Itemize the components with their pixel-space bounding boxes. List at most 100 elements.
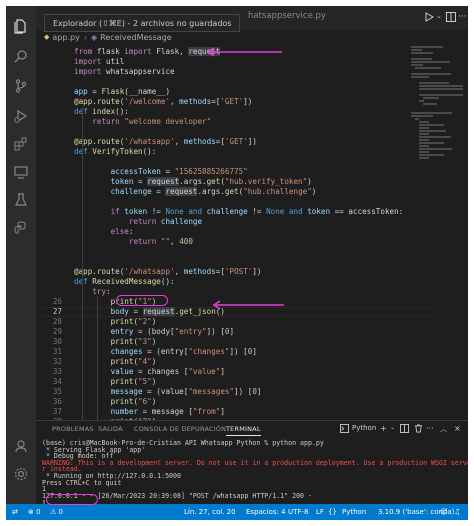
code-token: "4" xyxy=(138,357,152,366)
code-token: @app.route xyxy=(74,137,120,146)
source-control-icon[interactable] xyxy=(11,76,31,96)
code-line[interactable]: @app.route('/welcome', methods=['GET']) xyxy=(36,97,436,107)
more-icon[interactable]: ··· xyxy=(458,12,467,22)
activity-bar xyxy=(6,6,36,504)
code-line[interactable]: def ReceivedMessage(): xyxy=(36,277,436,287)
explorer-icon[interactable] xyxy=(11,16,31,36)
code-line[interactable]: import whatsappservice xyxy=(36,67,436,77)
code-token: ] xyxy=(220,367,225,376)
line-number: 28 xyxy=(52,317,62,326)
code-line[interactable] xyxy=(36,257,436,267)
breadcrumb-symbol[interactable]: ReceivedMessage xyxy=(100,33,171,42)
code-line[interactable]: 30 print("3") xyxy=(36,337,436,347)
code-line[interactable]: 33 value = changes ["value"] xyxy=(36,367,436,377)
code-line[interactable]: return "", 400 xyxy=(36,237,436,247)
chevron-up-icon[interactable]: ︿ xyxy=(440,424,447,434)
tab-output[interactable]: SALIDA xyxy=(98,425,123,433)
code-line[interactable] xyxy=(36,127,436,137)
minimap[interactable] xyxy=(411,44,463,420)
minimap-line xyxy=(415,118,419,120)
run-debug-icon[interactable] xyxy=(11,106,31,126)
feedback-icon[interactable]: ☺ xyxy=(440,508,447,516)
code-line[interactable]: accessToken = "15625885266775" xyxy=(36,167,436,177)
code-line[interactable]: @app.route('/whatsapp', methods=['GET']) xyxy=(36,137,436,147)
code-line[interactable]: return challenge xyxy=(36,217,436,227)
line-number: 30 xyxy=(52,337,62,346)
terminal-dropdown-icon[interactable]: ⌄ xyxy=(390,424,395,431)
minimap-line xyxy=(411,58,432,60)
editor-tab-whatsappservice[interactable]: hatsappservice.py xyxy=(248,11,326,21)
code-text: message = (value["messages"]) [0] xyxy=(74,387,262,397)
code-token: return xyxy=(92,117,125,126)
code-line[interactable]: 28 print("2") xyxy=(36,317,436,327)
code-line[interactable]: @app.route('/whatsapp', methods=['POST']… xyxy=(36,267,436,277)
tab-debug-console[interactable]: CONSOLA DE DEPURACIÓN xyxy=(134,425,226,433)
code-editor[interactable]: from flask import Flask, request import u… xyxy=(36,44,468,420)
code-token: (__name__) xyxy=(124,87,171,96)
tab-terminal[interactable]: TERMINAL xyxy=(226,425,261,433)
code-token: 400 xyxy=(179,237,193,246)
indentation[interactable]: Espacios: 4 xyxy=(246,508,286,516)
code-line[interactable] xyxy=(36,157,436,167)
code-line[interactable]: try: xyxy=(36,287,436,297)
trash-icon[interactable] xyxy=(414,424,423,435)
errors-icon[interactable]: ⊗ 0 xyxy=(28,508,41,516)
code-line[interactable]: 34 print("5") xyxy=(36,377,436,387)
code-token: @app.route xyxy=(74,97,120,106)
code-line[interactable] xyxy=(36,247,436,257)
end-of-line[interactable]: LF xyxy=(316,508,324,516)
code-line[interactable]: 29 entry = (body["entry"]) [0] xyxy=(36,327,436,337)
testing-icon[interactable] xyxy=(11,190,31,210)
search-icon[interactable] xyxy=(11,46,31,66)
code-line[interactable]: challenge = request.args.get("hub.challe… xyxy=(36,187,436,197)
code-line[interactable] xyxy=(36,77,436,87)
code-line[interactable] xyxy=(36,197,436,207)
code-text: return challenge xyxy=(74,217,202,227)
code-line[interactable]: def VerifyToken(): xyxy=(36,147,436,157)
code-token: ]) xyxy=(247,137,257,146)
remote-explorer-icon[interactable] xyxy=(11,162,31,182)
code-line[interactable]: 36 print("6") xyxy=(36,397,436,407)
line-number: 34 xyxy=(52,377,62,386)
play-icon[interactable] xyxy=(424,12,435,25)
code-line[interactable]: def index(): xyxy=(36,107,436,117)
run-dropdown-chevron-icon[interactable]: ⌄ xyxy=(436,12,442,20)
close-icon[interactable]: × xyxy=(454,424,461,433)
remote-icon[interactable]: ⇄ xyxy=(12,508,18,516)
language-mode[interactable]: Python xyxy=(342,508,366,516)
cursor-position[interactable]: Lín. 27, col. 20 xyxy=(184,508,236,516)
minimap-line xyxy=(411,115,433,117)
account-icon[interactable] xyxy=(11,436,31,456)
encoding[interactable]: UTF-8 xyxy=(288,508,308,516)
python-icon[interactable] xyxy=(11,218,31,238)
minimap-line xyxy=(419,151,429,153)
code-line[interactable]: 32 print("4") xyxy=(36,357,436,367)
more-icon[interactable]: ··· xyxy=(426,424,434,433)
bell-icon[interactable]: ♫ xyxy=(454,508,460,516)
warnings-icon[interactable]: ⚠ 0 xyxy=(50,508,63,516)
code-token: ] xyxy=(252,347,257,356)
tab-problems[interactable]: PROBLEMAS xyxy=(52,425,94,433)
split-terminal-icon[interactable] xyxy=(400,424,409,435)
code-line[interactable]: app = Flask(__name__) xyxy=(36,87,436,97)
split-editor-icon[interactable] xyxy=(446,12,456,25)
code-line[interactable]: 35 message = (value["messages"]) [0] xyxy=(36,387,436,397)
code-line[interactable]: import util xyxy=(36,57,436,67)
code-line[interactable]: if token != None and challenge != None a… xyxy=(36,207,436,217)
extensions-icon[interactable] xyxy=(11,134,31,154)
code-token: and xyxy=(288,207,308,216)
code-line[interactable]: return "welcome developer" xyxy=(36,117,436,127)
plus-icon[interactable]: + xyxy=(380,424,387,433)
code-line[interactable]: 31 changes = (entry["changes"]) [0] xyxy=(36,347,436,357)
panel-tabs: PROBLEMAS SALIDA CONSOLA DE DEPURACIÓN T… xyxy=(36,421,468,437)
terminal-name[interactable]: Python xyxy=(352,424,376,432)
code-token: body xyxy=(110,307,129,316)
code-line[interactable]: else: xyxy=(36,227,436,237)
minimap-line xyxy=(419,139,429,141)
settings-gear-icon[interactable] xyxy=(11,464,31,484)
code-line[interactable]: 37 number = message ["from"] xyxy=(36,407,436,417)
code-line[interactable]: token = request.args.get("hub.verify_tok… xyxy=(36,177,436,187)
breadcrumb-file[interactable]: app.py xyxy=(52,33,79,42)
